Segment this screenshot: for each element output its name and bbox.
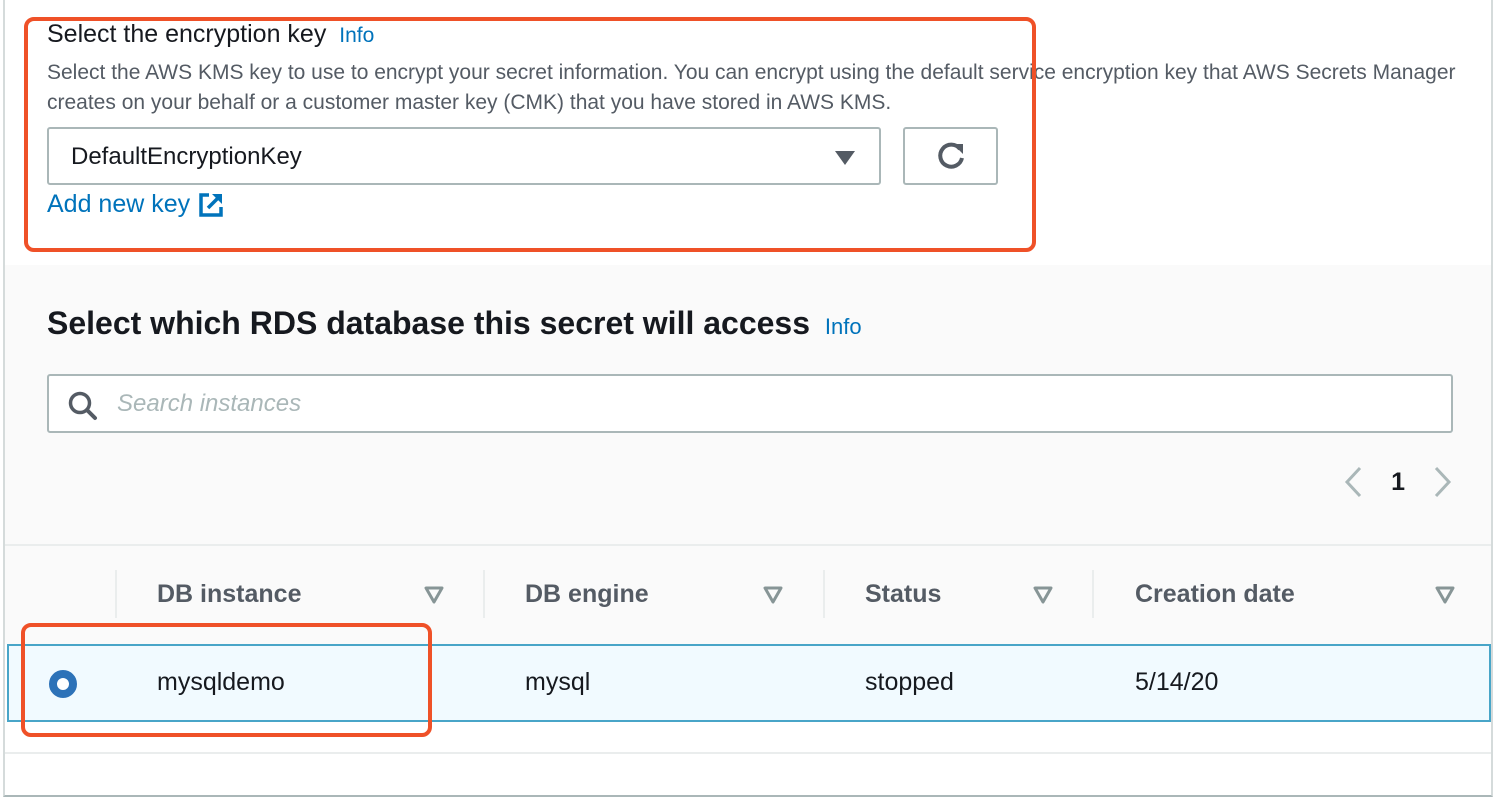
cell-db-engine: mysql bbox=[525, 668, 591, 696]
rds-title-text: Select which RDS database this secret wi… bbox=[47, 305, 811, 341]
column-divider bbox=[823, 570, 825, 618]
column-label: Status bbox=[865, 579, 942, 608]
refresh-keys-button[interactable] bbox=[903, 127, 998, 185]
encryption-key-title: Select the encryption key Info bbox=[47, 20, 374, 49]
chevron-right-icon[interactable] bbox=[1433, 465, 1453, 499]
chevron-left-icon[interactable] bbox=[1343, 465, 1363, 499]
cell-status: stopped bbox=[865, 668, 954, 696]
rds-info-link[interactable]: Info bbox=[825, 314, 862, 339]
pagination: 1 bbox=[1343, 465, 1453, 499]
caret-down-icon bbox=[835, 151, 855, 165]
add-new-key-label: Add new key bbox=[47, 190, 191, 218]
external-link-icon bbox=[199, 192, 223, 217]
encryption-info-link[interactable]: Info bbox=[339, 24, 374, 47]
refresh-icon bbox=[937, 142, 964, 169]
column-header-db-instance[interactable]: DB instance bbox=[157, 570, 301, 618]
column-divider bbox=[115, 570, 117, 618]
table-row[interactable]: mysqldemo mysql stopped 5/14/20 bbox=[7, 644, 1491, 722]
sort-filter-icon[interactable] bbox=[1033, 586, 1053, 604]
column-header-db-engine[interactable]: DB engine bbox=[525, 570, 649, 618]
search-icon bbox=[68, 391, 97, 420]
column-header-status[interactable]: Status bbox=[865, 570, 941, 618]
encryption-key-title-text: Select the encryption key bbox=[47, 20, 327, 48]
search-instances-field[interactable] bbox=[47, 374, 1453, 433]
cell-db-instance: mysqldemo bbox=[157, 668, 285, 696]
table-divider bbox=[5, 752, 1491, 754]
column-label: Creation date bbox=[1135, 579, 1295, 608]
column-divider bbox=[483, 570, 485, 618]
search-instances-input[interactable] bbox=[117, 384, 1437, 424]
encryption-key-description: Select the AWS KMS key to use to encrypt… bbox=[47, 61, 1456, 114]
sort-filter-icon[interactable] bbox=[424, 586, 444, 604]
column-label: DB instance bbox=[157, 579, 302, 608]
column-label: DB engine bbox=[525, 579, 649, 608]
encryption-key-selected-value: DefaultEncryptionKey bbox=[71, 143, 302, 170]
rds-section-title: Select which RDS database this secret wi… bbox=[47, 305, 862, 342]
current-page-number[interactable]: 1 bbox=[1391, 468, 1405, 497]
column-divider bbox=[1092, 570, 1094, 618]
table-header: DB instance DB engine Status Creation da… bbox=[5, 544, 1491, 644]
page-frame: Select the encryption key Info Select th… bbox=[3, 0, 1493, 797]
add-new-key-link[interactable]: Add new key bbox=[47, 190, 224, 219]
encryption-key-select[interactable]: DefaultEncryptionKey bbox=[47, 127, 881, 185]
rds-database-section: Select which RDS database this secret wi… bbox=[5, 265, 1491, 545]
sort-filter-icon[interactable] bbox=[1435, 586, 1455, 604]
sort-filter-icon[interactable] bbox=[763, 586, 783, 604]
row-select-radio[interactable] bbox=[49, 670, 77, 698]
column-header-creation-date[interactable]: Creation date bbox=[1135, 570, 1295, 618]
cell-creation-date: 5/14/20 bbox=[1135, 668, 1219, 696]
encryption-key-section: Select the encryption key Info Select th… bbox=[5, 0, 1491, 265]
